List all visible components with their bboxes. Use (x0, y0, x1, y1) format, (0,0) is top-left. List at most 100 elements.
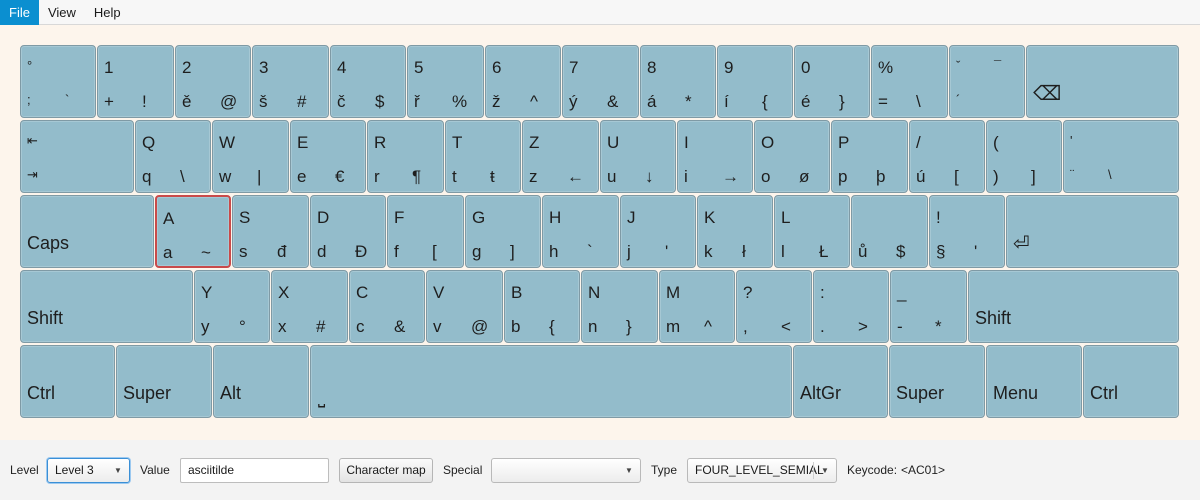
key-r[interactable]: Rr ¶ (367, 120, 444, 193)
key-level3-glyph: € (335, 167, 345, 186)
key-label: Alt (220, 383, 242, 403)
key-3[interactable]: 3 š # (252, 45, 329, 118)
key-u[interactable]: Uu ↓ (600, 120, 676, 193)
key-shift[interactable]: Shift (968, 270, 1179, 343)
character-map-button[interactable]: Character map (339, 458, 433, 483)
key-f[interactable]: Ff [ (387, 195, 464, 268)
key-k[interactable]: Kk ł (697, 195, 773, 268)
key-level2-glyph: E (297, 133, 309, 152)
key-y[interactable]: Yy ° (194, 270, 270, 343)
key-level2-glyph: ° (27, 58, 33, 73)
key-e[interactable]: Ee € (290, 120, 366, 193)
key-level3-glyph: Đ (355, 242, 368, 261)
key-row1-13[interactable]: ⌫ (1026, 45, 1179, 118)
key-p[interactable]: Pp þ (831, 120, 908, 193)
key-menu[interactable]: Menu (986, 345, 1082, 418)
type-label: Type (651, 463, 678, 477)
key-z[interactable]: Zz ← (522, 120, 599, 193)
key-4[interactable]: 4 č $ (330, 45, 406, 118)
key-q[interactable]: Qq \ (135, 120, 211, 193)
key-level2-glyph: N (588, 283, 601, 302)
key-level1-glyph: ´ (956, 92, 961, 107)
key-level1-glyph: ů (858, 242, 868, 261)
key-alt[interactable]: Alt (213, 345, 309, 418)
key-row2-0[interactable]: ⇤ ⇥ (20, 120, 134, 193)
key-level2-glyph: ( (993, 133, 999, 152)
key-level2-glyph: 3 (259, 58, 269, 77)
key-h[interactable]: Hh ` (542, 195, 619, 268)
value-input[interactable]: asciitilde (180, 458, 329, 483)
key-x[interactable]: Xx # (271, 270, 348, 343)
key-9[interactable]: 9 í { (717, 45, 793, 118)
key-level2-glyph: ? (743, 283, 753, 302)
key-2[interactable]: 2 ě @ (175, 45, 251, 118)
key-5[interactable]: 5 ř% (407, 45, 484, 118)
key-1[interactable]: 1 +! (97, 45, 174, 118)
key-n[interactable]: Nn} (581, 270, 658, 343)
key-row4-8[interactable]: ?, < (736, 270, 812, 343)
key-g[interactable]: Gg] (465, 195, 541, 268)
keycode-value: <AC01> (901, 463, 946, 477)
key-row3-10[interactable]: ů $ (851, 195, 928, 268)
key-6[interactable]: 6 ž ^ (485, 45, 561, 118)
key-l[interactable]: Ll Ł (774, 195, 850, 268)
key-level1-glyph: f (394, 242, 399, 261)
key-s[interactable]: Ss đ (232, 195, 309, 268)
key-super[interactable]: Super (889, 345, 985, 418)
key-altgr[interactable]: AltGr (793, 345, 888, 418)
key-level3-glyph: | (257, 167, 262, 186)
key-level2-glyph: 9 (724, 58, 734, 77)
key-row1-0[interactable]: °; ` (20, 45, 96, 118)
type-select[interactable]: FOUR_LEVEL_SEMIAL ▼ (687, 458, 837, 483)
key-shift[interactable]: Shift (20, 270, 193, 343)
level-select[interactable]: Level 3 ▼ (47, 458, 130, 483)
key-j[interactable]: Jj ' (620, 195, 696, 268)
key-o[interactable]: Oo ø (754, 120, 830, 193)
special-select[interactable]: ▼ (491, 458, 641, 483)
menu-view[interactable]: View (39, 0, 85, 25)
key-level3-glyph: ł (742, 242, 746, 261)
menu-file[interactable]: File (0, 0, 39, 25)
key-caps[interactable]: Caps (20, 195, 154, 268)
key-level3-glyph: þ (876, 167, 886, 186)
key-super[interactable]: Super (116, 345, 212, 418)
key-m[interactable]: Mm ^ (659, 270, 735, 343)
key-c[interactable]: Cc & (349, 270, 425, 343)
key-a-selected[interactable]: Aa ~ (155, 195, 231, 268)
key-8[interactable]: 8 á * (640, 45, 716, 118)
key-d[interactable]: Dd Đ (310, 195, 386, 268)
key-row4-9[interactable]: :. > (813, 270, 889, 343)
key-level2-glyph: 4 (337, 58, 347, 77)
key-b[interactable]: Bb { (504, 270, 580, 343)
key-7[interactable]: 7 ý & (562, 45, 639, 118)
key-row1-11[interactable]: % = \ (871, 45, 948, 118)
key-ctrl[interactable]: Ctrl (1083, 345, 1179, 418)
special-label: Special (443, 463, 483, 477)
key-level2-glyph: P (838, 133, 850, 152)
key-row1-12[interactable]: ˇ ´ ¯ (949, 45, 1025, 118)
key-t[interactable]: Tt ŧ (445, 120, 521, 193)
key-row2-13[interactable]: ' ¨ \ (1063, 120, 1179, 193)
key-i[interactable]: Ii → (677, 120, 753, 193)
key-level2-glyph: K (704, 208, 716, 227)
key-row3-11[interactable]: ! § ' (929, 195, 1005, 268)
key-label: AltGr (800, 383, 842, 403)
key-level3-glyph: ŧ (490, 167, 495, 186)
key-level1-glyph: w (219, 167, 232, 186)
key-w[interactable]: Ww | (212, 120, 289, 193)
key-level1-glyph: í (724, 92, 729, 111)
key-row3-12[interactable]: ⏎ (1006, 195, 1179, 268)
key-level3-glyph: ` (65, 92, 70, 107)
key-row4-10[interactable]: _ - * (890, 270, 967, 343)
key-row2-12[interactable]: ()] (986, 120, 1062, 193)
key-row2-11[interactable]: / ú [ (909, 120, 985, 193)
key-0[interactable]: 0 é} (794, 45, 870, 118)
key-level1-glyph: á (647, 92, 657, 111)
key-row5-3[interactable]: ⎵ (310, 345, 792, 418)
key-v[interactable]: Vv @ (426, 270, 503, 343)
key-ctrl[interactable]: Ctrl (20, 345, 115, 418)
menu-help[interactable]: Help (85, 0, 130, 25)
key-level3-glyph: % (452, 92, 468, 111)
key-level3-glyph: ! (142, 92, 147, 111)
key-level1-glyph: ě (182, 92, 192, 111)
